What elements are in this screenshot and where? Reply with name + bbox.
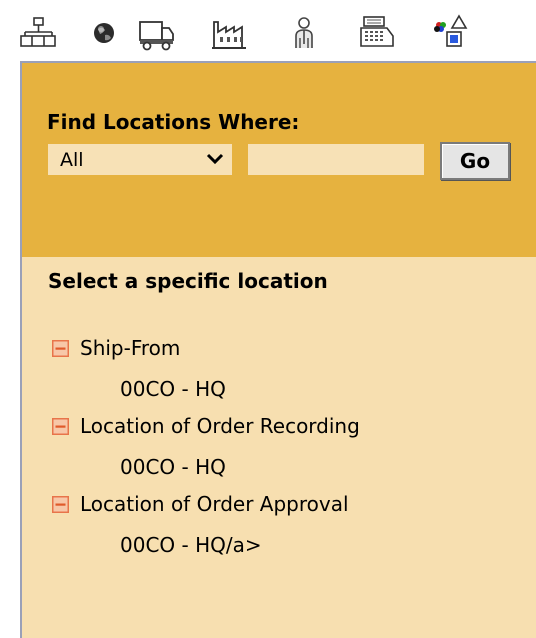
truck-icon[interactable] (136, 14, 176, 54)
register-icon[interactable] (358, 14, 398, 54)
tree-group-label[interactable]: Location of Order Recording (80, 414, 360, 438)
globe-icon[interactable] (86, 14, 126, 54)
collapse-icon[interactable] (52, 418, 69, 435)
factory-icon[interactable] (210, 14, 250, 54)
criteria-select[interactable]: All (48, 144, 232, 175)
chevron-down-icon (206, 153, 224, 165)
person-icon[interactable] (284, 14, 324, 54)
tree-group-label[interactable]: Ship-From (80, 336, 180, 360)
organization-icon[interactable] (18, 14, 58, 54)
tree-location-item[interactable]: 00CO - HQ (120, 455, 226, 479)
find-locations-title: Find Locations Where: (47, 110, 300, 134)
go-button[interactable]: Go (440, 142, 510, 180)
location-panel: Find Locations Where: All Go Select a sp… (20, 61, 536, 638)
toolbar (0, 0, 536, 60)
collapse-icon[interactable] (52, 496, 69, 513)
tree-location-item[interactable]: 00CO - HQ (120, 377, 226, 401)
section-title: Select a specific location (48, 269, 328, 293)
shapes-icon[interactable] (432, 14, 472, 54)
tree-group-label[interactable]: Location of Order Approval (80, 492, 349, 516)
find-locations-box: Find Locations Where: All Go (22, 63, 536, 257)
tree-location-item[interactable]: 00CO - HQ/a> (120, 533, 262, 557)
collapse-icon[interactable] (52, 340, 69, 357)
search-input[interactable] (248, 144, 424, 175)
criteria-select-value: All (60, 149, 84, 171)
